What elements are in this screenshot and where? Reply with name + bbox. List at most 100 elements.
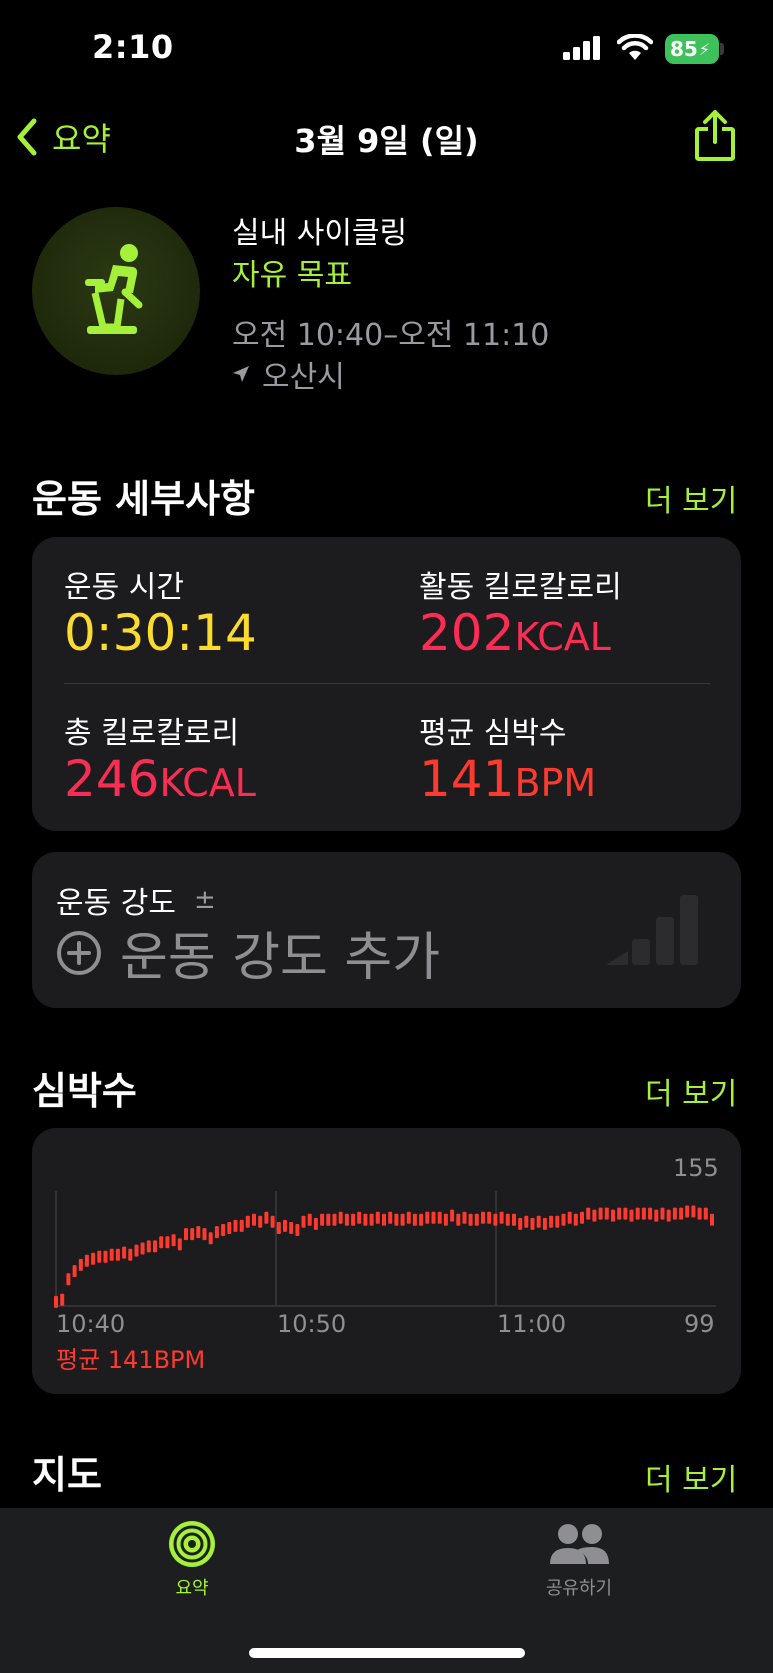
heart-rate-sample [524,1215,529,1228]
heart-rate-sample [400,1213,405,1226]
heart-rate-sample [357,1211,362,1224]
heart-rate-sample [703,1207,708,1220]
heart-rate-sample [580,1211,584,1224]
heart-rate-sample [505,1213,510,1226]
heart-rate-sample [456,1213,461,1226]
people-icon [550,1524,609,1564]
heart-rate-sample [710,1213,714,1226]
heart-rate-sample [159,1236,164,1249]
heart-rate-sample [660,1207,665,1220]
heart-rate-sample [66,1273,71,1286]
heart-rate-sample [394,1213,399,1226]
heart-rate-sample [146,1240,151,1253]
heart-rate-sample [654,1209,659,1222]
heart-rate-sample [468,1213,473,1226]
heart-rate-sample [84,1254,89,1267]
heart-rate-sample [54,1295,58,1308]
heart-rate-sample [153,1240,157,1253]
heart-rate-sample [78,1258,83,1271]
heart-rate-sample [691,1205,696,1218]
heart-rate-sample [512,1213,516,1226]
heart-rate-sample [586,1207,591,1220]
heart-rate-sample [177,1238,182,1251]
heart-rate-sample [233,1219,238,1232]
heart-rate-sample [481,1211,485,1224]
heart-rate-sample [338,1211,343,1224]
heart-rate-sample [635,1207,640,1220]
heart-rate-sample [425,1211,430,1224]
heart-rate-sample [685,1205,690,1218]
heart-rate-sample [493,1213,498,1226]
heart-rate-sample [115,1248,120,1261]
heart-rate-sample [344,1213,349,1226]
heart-rate-sample [604,1207,609,1220]
heart-rate-sample [536,1215,541,1228]
heart-rate-sample [184,1228,188,1241]
heart-rate-sample [109,1248,114,1261]
heart-rate-sample [666,1209,671,1222]
heart-rate-sample [679,1207,684,1220]
heart-rate-sample [289,1222,294,1234]
heart-rate-sample [474,1213,479,1226]
heart-rate-sample [128,1248,133,1261]
heart-rate-sample [573,1213,578,1226]
heart-rate-sample [202,1228,207,1241]
heart-rate-sample [567,1211,572,1224]
heart-rate-sample [487,1211,492,1224]
tab-sharing-label: 공유하기 [545,1578,613,1599]
heart-rate-sample [518,1217,523,1230]
heart-rate-sample [72,1265,77,1278]
heart-rate-sample [91,1252,96,1265]
heart-rate-sample [307,1213,312,1226]
heart-rate-sample [598,1207,603,1220]
heart-rate-sample [140,1242,145,1255]
heart-rate-sample [264,1211,269,1224]
heart-rate-sample [462,1211,467,1224]
heart-rate-sample [122,1246,127,1259]
heart-rate-sample [623,1207,628,1220]
heart-rate-sample [561,1213,566,1226]
heart-rate-sample [320,1213,325,1226]
tab-sharing[interactable]: 공유하기 [529,1520,629,1600]
heart-rate-sample [326,1213,331,1226]
chart-min-label: 99 [684,1310,715,1338]
heart-rate-sample [406,1211,411,1224]
tab-summary[interactable]: 요약 [142,1520,242,1600]
heart-rate-sample [530,1217,535,1230]
heart-rate-sample [313,1217,318,1230]
heart-rate-sample [252,1213,256,1226]
heart-rate-sample [382,1213,386,1226]
heart-rate-sample [450,1209,455,1222]
map-section-title: 지도 [32,1453,102,1497]
heart-rate-sample [437,1211,442,1224]
heart-rate-sample [629,1209,634,1222]
heart-rate-sample [375,1211,380,1224]
heart-rate-sample [611,1209,615,1222]
heart-rate-sample [369,1213,374,1226]
heart-rate-sample [542,1217,547,1230]
heart-rate-sample [332,1213,337,1226]
heart-rate-sample [697,1207,702,1220]
home-indicator [249,1648,525,1658]
heart-rate-sample [555,1215,560,1228]
x-tick-label: 10:40 [56,1310,126,1338]
x-tick-label: 10:50 [277,1310,347,1338]
heart-rate-average: 평균 141BPM [56,1346,206,1374]
activity-rings-icon [169,1521,215,1567]
heart-rate-sample [363,1213,368,1226]
heart-rate-sample [227,1222,232,1234]
heart-rate-sample [165,1236,170,1249]
heart-rate-sample [239,1219,244,1232]
heart-rate-sample [641,1207,646,1220]
heart-rate-sample [617,1207,622,1220]
heart-rate-sample [221,1224,226,1236]
heart-rate-sample [270,1215,275,1228]
heart-rate-sample [431,1211,436,1224]
heart-rate-sample [97,1250,102,1263]
heart-rate-chart [54,1191,716,1308]
heart-rate-sample [648,1207,653,1220]
map-more-link[interactable]: 더 보기 [645,1455,737,1499]
heart-rate-sample [208,1232,213,1245]
x-tick-label: 11:00 [497,1310,567,1338]
heart-rate-sample [412,1213,417,1226]
